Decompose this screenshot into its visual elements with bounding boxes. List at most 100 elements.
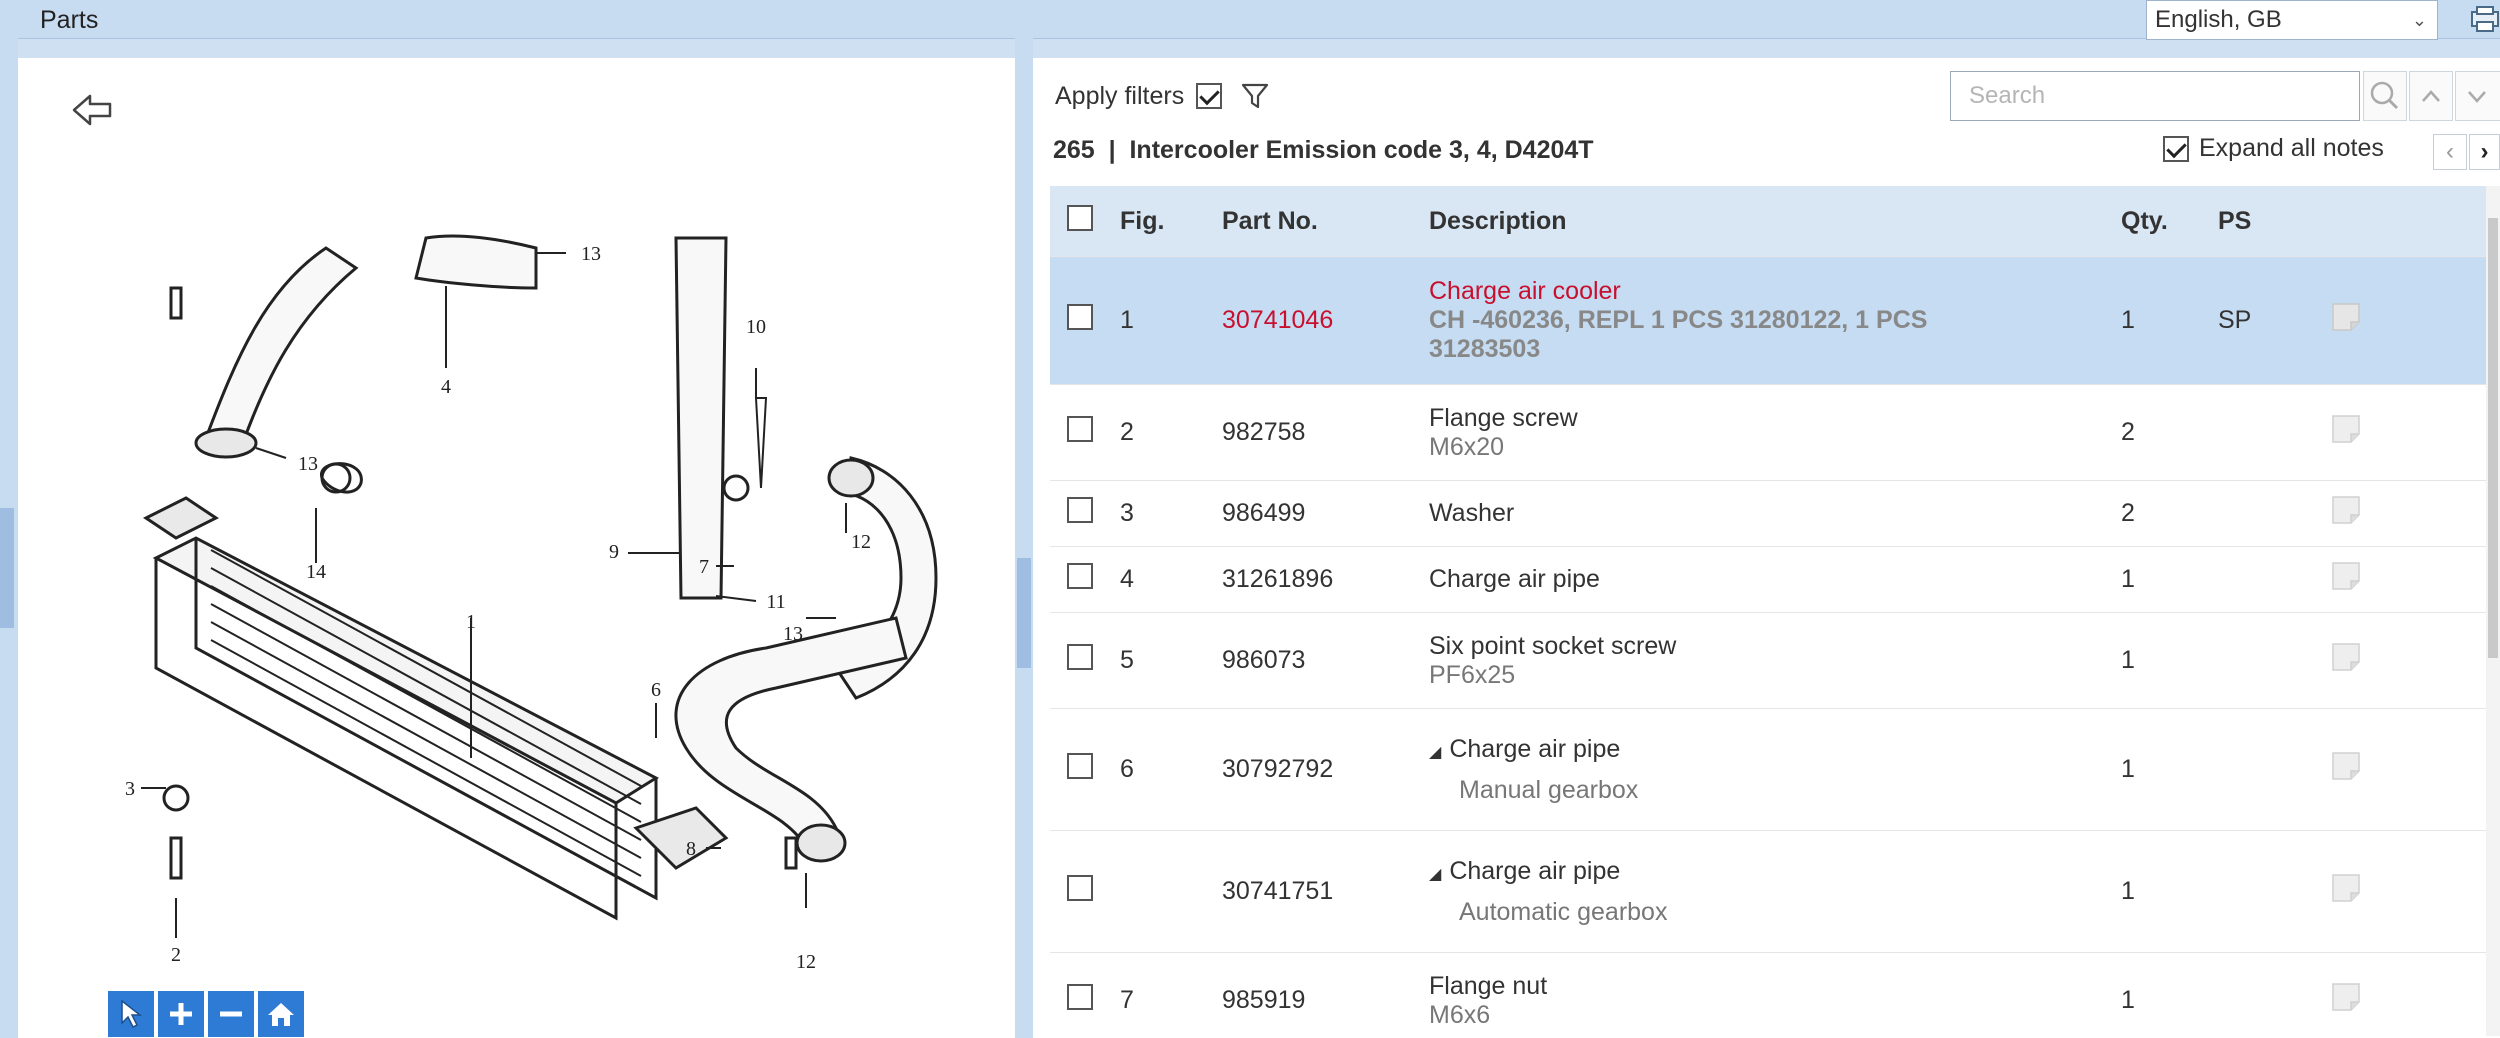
row-checkbox[interactable] bbox=[1067, 875, 1093, 901]
diagram-label[interactable]: 8 bbox=[686, 838, 696, 860]
row-checkbox[interactable] bbox=[1067, 753, 1093, 779]
table-row[interactable]: 6 30792792 ◢ Charge air pipe Manual gearb… bbox=[1050, 708, 2493, 831]
row-checkbox[interactable] bbox=[1067, 563, 1093, 589]
diagram-label[interactable]: 12 bbox=[796, 951, 816, 973]
description-subtext: M6x6 bbox=[1429, 1000, 1491, 1029]
row-checkbox[interactable] bbox=[1067, 304, 1093, 330]
diagram-label[interactable]: 9 bbox=[609, 541, 619, 563]
part-number-cell[interactable]: 985919 bbox=[1221, 952, 1428, 1036]
row-checkbox[interactable] bbox=[1067, 984, 1093, 1011]
reset-view-button[interactable] bbox=[258, 991, 304, 1037]
table-row[interactable]: 5 986073 Six point socket screw PF6x25 1 bbox=[1050, 612, 2493, 709]
collapse-left-handle[interactable] bbox=[0, 508, 14, 628]
header-ps[interactable]: PS bbox=[2217, 186, 2329, 257]
language-select[interactable]: English, GB ⌄ bbox=[2146, 0, 2438, 40]
diagram-label[interactable]: 2 bbox=[171, 944, 181, 966]
note-icon[interactable] bbox=[2330, 494, 2362, 526]
part-number-cell[interactable]: 31261896 bbox=[1221, 546, 1428, 613]
part-number-cell[interactable]: 986499 bbox=[1221, 480, 1428, 547]
description-title-row[interactable]: ◢ Charge air pipe bbox=[1429, 857, 2119, 886]
ps-cell bbox=[2217, 480, 2329, 547]
back-arrow-icon[interactable] bbox=[70, 90, 116, 130]
search-button[interactable] bbox=[2363, 71, 2407, 121]
fig-cell: 7 bbox=[1110, 952, 1221, 1036]
note-icon[interactable] bbox=[2330, 750, 2362, 782]
page-title: Parts bbox=[40, 6, 99, 34]
row-checkbox[interactable] bbox=[1067, 644, 1093, 670]
fig-cell: 6 bbox=[1110, 708, 1221, 831]
page-prev-button[interactable]: ‹ bbox=[2433, 134, 2467, 170]
header-fig[interactable]: Fig. bbox=[1110, 186, 1221, 257]
zoom-out-button[interactable] bbox=[208, 991, 254, 1037]
panel-splitter[interactable] bbox=[1015, 38, 1033, 1038]
previous-match-button[interactable] bbox=[2409, 71, 2453, 121]
diagram-label[interactable]: 11 bbox=[766, 591, 785, 613]
left-collapse-strip[interactable] bbox=[0, 38, 18, 1038]
note-icon[interactable] bbox=[2330, 413, 2362, 445]
row-checkbox[interactable] bbox=[1067, 497, 1093, 523]
table-row[interactable]: 2 982758 Flange screw M6x20 2 bbox=[1050, 384, 2493, 481]
search-input[interactable] bbox=[1950, 71, 2360, 121]
table-row[interactable]: 1 30741046 Charge air cooler CH -460236,… bbox=[1050, 256, 2493, 385]
expand-notes-label: Expand all notes bbox=[2199, 134, 2384, 162]
collapse-triangle-icon[interactable]: ◢ bbox=[1429, 864, 1441, 884]
description-subtext: Automatic gearbox bbox=[1459, 897, 1668, 926]
table-row[interactable]: 3 986499 Washer 2 bbox=[1050, 480, 2493, 547]
note-cell bbox=[2329, 256, 2493, 385]
qty-cell: 1 bbox=[2120, 708, 2217, 831]
header-description[interactable]: Description bbox=[1428, 186, 2120, 257]
header-qty[interactable]: Qty. bbox=[2120, 186, 2217, 257]
part-number-cell[interactable]: 30792792 bbox=[1221, 708, 1428, 831]
next-match-button[interactable] bbox=[2455, 71, 2500, 121]
expand-notes-checkbox[interactable] bbox=[2163, 135, 2189, 162]
apply-filters-checkbox[interactable] bbox=[1196, 83, 1223, 109]
part-number-cell[interactable]: 30741751 bbox=[1221, 830, 1428, 953]
ps-cell bbox=[2217, 830, 2329, 953]
note-icon[interactable] bbox=[2330, 872, 2362, 904]
row-checkbox-cell bbox=[1050, 256, 1110, 385]
page-next-button[interactable]: › bbox=[2469, 134, 2500, 170]
description-title-row[interactable]: ◢ Charge air pipe bbox=[1429, 735, 2119, 764]
header-part-no[interactable]: Part No. bbox=[1221, 186, 1428, 257]
diagram-label[interactable]: 1 bbox=[466, 611, 476, 633]
ps-cell: SP bbox=[2217, 256, 2329, 385]
note-cell bbox=[2329, 546, 2493, 613]
header-notes bbox=[2329, 186, 2493, 257]
part-number-cell[interactable]: 30741046 bbox=[1221, 256, 1428, 385]
diagram-label[interactable]: 14 bbox=[306, 561, 326, 583]
part-number-cell[interactable]: 986073 bbox=[1221, 612, 1428, 709]
part-number-cell[interactable]: 982758 bbox=[1221, 384, 1428, 481]
ps-cell bbox=[2217, 952, 2329, 1036]
note-icon[interactable] bbox=[2330, 641, 2362, 673]
table-row[interactable]: 7 985919 Flange nut M6x6 1 bbox=[1050, 952, 2493, 1036]
row-checkbox[interactable] bbox=[1067, 416, 1093, 442]
scrollbar-thumb[interactable] bbox=[2488, 218, 2498, 658]
diagram-label[interactable]: 6 bbox=[651, 679, 661, 701]
table-row[interactable]: 30741751 ◢ Charge air pipe Automatic gear… bbox=[1050, 830, 2493, 953]
table-row[interactable]: 4 31261896 Charge air pipe 1 bbox=[1050, 546, 2493, 613]
exploded-parts-diagram[interactable]: 13 4 10 13 12 14 9 7 11 1 13 6 3 8 2 12 bbox=[116, 178, 996, 978]
diagram-label[interactable]: 13 bbox=[783, 623, 803, 645]
zoom-in-button[interactable] bbox=[158, 991, 204, 1037]
note-cell bbox=[2329, 612, 2493, 709]
diagram-label[interactable]: 10 bbox=[746, 316, 766, 338]
splitter-handle[interactable] bbox=[1017, 558, 1031, 668]
diagram-label[interactable]: 7 bbox=[699, 556, 709, 578]
chevron-down-icon: ⌄ bbox=[2411, 10, 2427, 30]
note-icon[interactable] bbox=[2330, 301, 2362, 333]
print-icon[interactable] bbox=[2468, 4, 2500, 34]
collapse-triangle-icon[interactable]: ◢ bbox=[1429, 742, 1441, 762]
filter-icon[interactable] bbox=[1240, 81, 1270, 111]
select-tool-button[interactable] bbox=[108, 991, 154, 1037]
diagram-label[interactable]: 13 bbox=[298, 453, 318, 475]
table-scrollbar[interactable] bbox=[2486, 186, 2500, 1036]
parts-table-container: Fig. Part No. Description Qty. PS 1 3074… bbox=[1050, 186, 2500, 1036]
diagram-label[interactable]: 13 bbox=[581, 243, 601, 265]
diagram-label[interactable]: 3 bbox=[125, 778, 135, 800]
description-title: Charge air cooler bbox=[1429, 277, 1621, 305]
note-icon[interactable] bbox=[2330, 560, 2362, 592]
select-all-checkbox[interactable] bbox=[1067, 204, 1093, 231]
note-icon[interactable] bbox=[2330, 981, 2362, 1013]
diagram-label[interactable]: 12 bbox=[851, 531, 871, 553]
diagram-label[interactable]: 4 bbox=[441, 376, 451, 398]
